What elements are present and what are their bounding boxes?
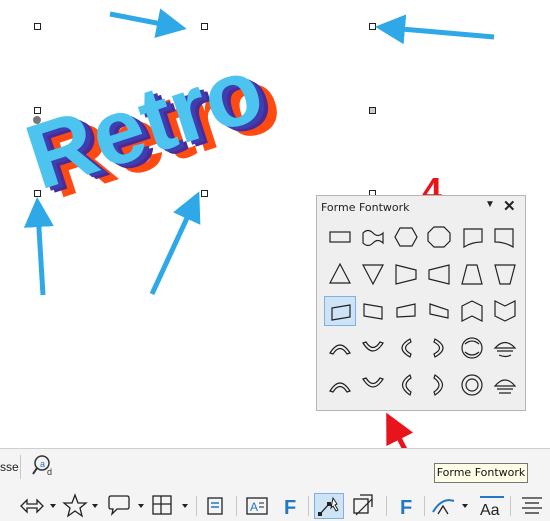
tooltip: Forme Fontwork <box>434 463 528 483</box>
svg-text:F: F <box>284 497 296 519</box>
toolbar-separator <box>424 496 425 516</box>
svg-text:F: F <box>400 497 412 519</box>
layout-icon[interactable] <box>150 493 192 519</box>
fontwork-icon[interactable]: F <box>394 493 420 519</box>
toolbar-separator <box>236 496 237 516</box>
svg-text:A: A <box>250 500 258 514</box>
character-icon[interactable]: Aa <box>478 493 506 519</box>
star-icon[interactable] <box>62 493 102 519</box>
svg-text:Aa: Aa <box>480 502 500 519</box>
fontwork-f-icon[interactable]: F <box>278 493 304 519</box>
toolbar-separator <box>386 496 387 516</box>
transformations-icon[interactable] <box>350 493 378 519</box>
fontwork-shape-icon[interactable] <box>430 493 472 519</box>
svg-text:d: d <box>47 467 52 477</box>
svg-text:a: a <box>40 459 45 469</box>
text-box-icon[interactable]: A <box>244 493 270 519</box>
toolbar-separator <box>20 455 21 479</box>
text-frame-icon[interactable] <box>204 493 230 519</box>
callout-icon[interactable] <box>106 493 148 519</box>
align-icon[interactable] <box>518 493 546 519</box>
red-annotation-arrow <box>386 412 430 495</box>
double-arrow-icon[interactable] <box>18 493 58 519</box>
points-icon[interactable] <box>314 493 344 519</box>
find-replace-icon[interactable]: a d <box>32 453 58 479</box>
toolbar-separator <box>196 496 197 516</box>
toolbar-separator <box>308 496 309 516</box>
toolbar-cut-label[interactable]: sse <box>0 460 19 474</box>
toolbar-separator <box>510 496 511 516</box>
